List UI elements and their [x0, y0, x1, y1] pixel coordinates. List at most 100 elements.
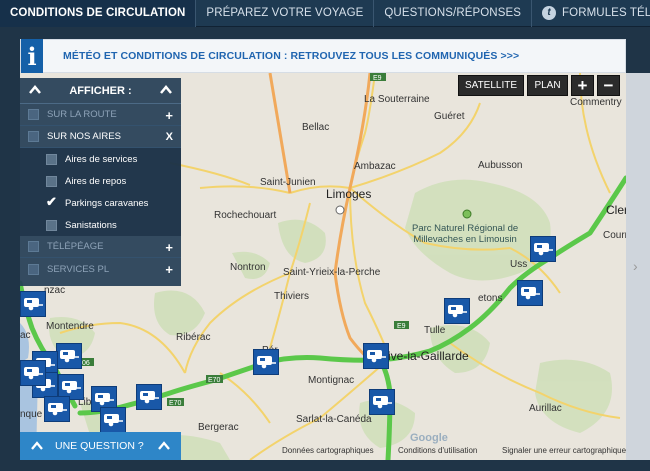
tab-formules-telepeage[interactable]: t FORMULES TÉLÉPAGE — [532, 0, 650, 27]
filter-item-parkings-caravanes[interactable]: ✔ Parkings caravanes — [20, 192, 181, 214]
plan-button[interactable]: PLAN — [527, 75, 568, 96]
place-nque: nque — [20, 409, 43, 420]
filter-item-sanistations[interactable]: Sanistations — [20, 214, 181, 236]
place-ambazac: Ambazac — [354, 161, 396, 172]
chevron-right-icon[interactable]: › — [633, 258, 638, 274]
caravan-parking-marker[interactable] — [530, 236, 556, 262]
caravan-icon — [373, 396, 392, 409]
place-tulle: Tulle — [424, 325, 446, 336]
section-checkbox[interactable] — [28, 263, 39, 275]
expand-plus-icon[interactable]: + — [165, 262, 173, 277]
place-thiviers: Thiviers — [274, 291, 310, 302]
section-checkbox[interactable] — [28, 241, 39, 252]
place-montendre: Montendre — [46, 321, 94, 332]
chevron-up-icon[interactable] — [31, 440, 43, 452]
page: CONDITIONS DE CIRCULATION PRÉPAREZ VOTRE… — [0, 0, 650, 471]
expand-plus-icon[interactable]: + — [165, 108, 173, 123]
place-parc-naturel: Parc Naturel Régional de Millevaches en L… — [412, 223, 518, 245]
caravan-parking-marker[interactable] — [56, 343, 82, 369]
place-rochechouart: Rochechouart — [214, 210, 277, 221]
tab-conditions-circulation[interactable]: CONDITIONS DE CIRCULATION — [0, 0, 197, 27]
road-label-e70b: E70 — [169, 400, 182, 407]
tab-questions-reponses[interactable]: QUESTIONS/RÉPONSES — [374, 0, 533, 27]
section-checkbox[interactable] — [28, 109, 39, 120]
place-la-souterraine: La Souterraine — [364, 94, 430, 105]
telepeage-icon: t — [542, 6, 557, 20]
section-label: SUR NOS AIRES — [47, 131, 121, 142]
caravan-parking-marker[interactable] — [517, 280, 543, 306]
place-limoges: Limoges — [326, 187, 372, 201]
caravan-icon — [367, 350, 386, 363]
chevron-up-icon[interactable] — [28, 83, 42, 97]
caravan-icon — [521, 287, 540, 300]
place-saint-yrieix: Saint-Yrieix-la-Perche — [283, 267, 381, 278]
zoom-in-button[interactable]: + — [571, 75, 594, 96]
park-line-1: Parc Naturel Régional de — [412, 223, 519, 234]
info-icon: i — [21, 39, 43, 73]
credit-report-error-link[interactable]: Signaler une erreur cartographique — [502, 446, 626, 458]
tab-label: CONDITIONS DE CIRCULATION — [10, 7, 186, 19]
place-aurillac: Aurillac — [529, 403, 562, 414]
caravan-parking-marker[interactable] — [369, 389, 395, 415]
item-checkbox[interactable] — [46, 219, 57, 231]
filter-panel: AFFICHER : SUR LA ROUTE + SUR NOS AIRES … — [20, 78, 181, 286]
place-commentry: Commentry — [570, 97, 622, 108]
tab-label: QUESTIONS/RÉPONSES — [384, 7, 522, 19]
place-sarlat: Sarlat-la-Canéda — [296, 414, 372, 425]
road-label-e70: E70 — [208, 377, 221, 384]
zoom-out-button[interactable]: − — [597, 75, 620, 96]
section-label: TÉLÉPÉAGE — [47, 241, 104, 252]
checkmark-icon: ✔ — [46, 194, 57, 209]
place-nontron: Nontron — [230, 262, 266, 273]
place-bergerac: Bergerac — [198, 422, 239, 433]
map-side-pane: › — [626, 73, 650, 460]
nav-divider — [0, 27, 650, 39]
filter-item-aires-services[interactable]: Aires de services — [20, 148, 181, 170]
bottom-bar — [0, 460, 650, 471]
filter-section-services-pl[interactable]: SERVICES PL + — [20, 258, 181, 280]
caravan-icon — [48, 403, 67, 416]
place-saint-junien: Saint-Junien — [260, 177, 316, 188]
caravan-icon — [60, 350, 79, 363]
section-label: SUR LA ROUTE — [47, 109, 117, 120]
question-bar[interactable]: UNE QUESTION ? — [20, 432, 181, 460]
section-checkbox[interactable] — [28, 131, 39, 142]
tab-label: PRÉPAREZ VOTRE VOYAGE — [206, 7, 364, 19]
caravan-icon — [24, 298, 43, 311]
filter-item-aires-repos[interactable]: Aires de repos — [20, 170, 181, 192]
place-riberac: Ribérac — [176, 332, 211, 343]
place-montignac: Montignac — [308, 375, 355, 386]
road-label-e9b: E9 — [397, 323, 406, 330]
caravan-parking-marker[interactable] — [20, 291, 46, 317]
caravan-parking-marker[interactable] — [44, 396, 70, 422]
filter-section-sur-nos-aires[interactable]: SUR NOS AIRES X — [20, 126, 181, 148]
place-jonzac: nzac — [44, 285, 66, 296]
place-cournon: Courn — [603, 230, 626, 241]
tab-preparez-voyage[interactable]: PRÉPAREZ VOTRE VOYAGE — [196, 0, 375, 27]
satellite-button[interactable]: SATELLITE — [458, 75, 524, 96]
chevron-up-icon[interactable] — [158, 440, 170, 452]
filter-section-telepeage[interactable]: TÉLÉPÉAGE + — [20, 236, 181, 258]
item-label: Sanistations — [65, 219, 117, 231]
place-ussel: Uss — [510, 259, 528, 270]
credit-terms-link[interactable]: Conditions d'utilisation — [398, 446, 477, 458]
collapse-x-icon[interactable]: X — [166, 131, 173, 143]
item-checkbox[interactable] — [46, 153, 57, 165]
info-banner[interactable]: i MÉTÉO ET CONDITIONS DE CIRCULATION : R… — [20, 39, 626, 73]
caravan-parking-marker[interactable] — [444, 298, 470, 324]
caravan-parking-marker[interactable] — [136, 384, 162, 410]
caravan-parking-marker[interactable] — [20, 360, 46, 386]
credit-map-data[interactable]: Données cartographiques — [282, 446, 374, 458]
place-gueret: Guéret — [434, 111, 465, 122]
banner-message[interactable]: MÉTÉO ET CONDITIONS DE CIRCULATION : RET… — [63, 50, 519, 62]
expand-plus-icon[interactable]: + — [165, 240, 173, 255]
caravan-parking-marker[interactable] — [363, 343, 389, 369]
caravan-parking-marker[interactable] — [253, 349, 279, 375]
filter-panel-header[interactable]: AFFICHER : — [20, 78, 181, 104]
chevron-up-icon[interactable] — [159, 83, 173, 97]
place-clermont: Clermo — [606, 203, 626, 217]
caravan-icon — [62, 381, 81, 394]
item-checkbox[interactable] — [46, 175, 57, 187]
caravan-parking-marker[interactable] — [100, 407, 126, 433]
filter-section-sur-la-route[interactable]: SUR LA ROUTE + — [20, 104, 181, 126]
